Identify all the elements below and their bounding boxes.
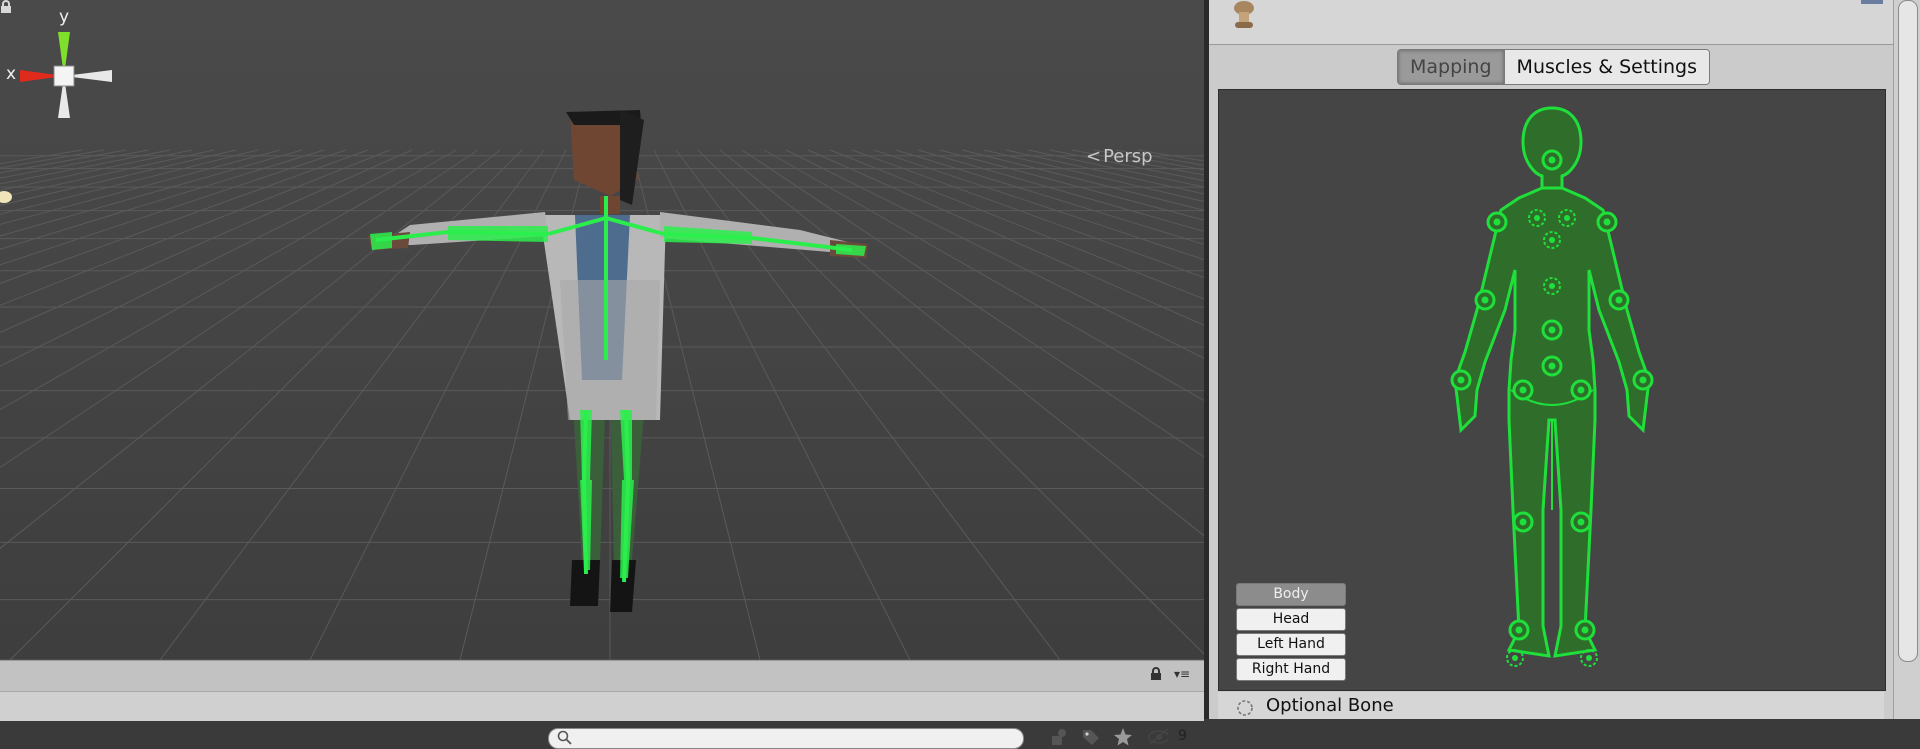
lock-icon[interactable] bbox=[1150, 667, 1162, 681]
search-row: 9 bbox=[0, 691, 1204, 749]
inspector-scrollbar[interactable] bbox=[1893, 0, 1920, 719]
body-silhouette bbox=[1453, 106, 1651, 658]
optional-bone-joint-dot bbox=[1564, 215, 1570, 221]
bone-joint-dot bbox=[1457, 376, 1465, 384]
bone-joint-dot bbox=[1639, 376, 1647, 384]
bone-joint-dot bbox=[1519, 518, 1527, 526]
bone-joint-dot bbox=[1581, 626, 1589, 634]
header-accent bbox=[1861, 0, 1883, 4]
legend-row: Optional Bone bbox=[1218, 692, 1884, 719]
gizmo-x-label: x bbox=[6, 64, 16, 84]
bone-joint-dot bbox=[1481, 296, 1489, 304]
bone-joint-dot bbox=[1615, 296, 1623, 304]
gizmo-y-label: y bbox=[59, 7, 69, 27]
body-part-body-button[interactable]: Body bbox=[1236, 583, 1346, 606]
projection-label: Persp bbox=[1103, 146, 1153, 167]
inspector-header bbox=[1209, 0, 1893, 45]
body-mapping-panel: Body Head Left Hand Right Hand bbox=[1218, 89, 1886, 691]
scrollbar-thumb[interactable] bbox=[1898, 0, 1918, 662]
filter-by-label-icon[interactable] bbox=[1080, 726, 1102, 748]
tab-mapping[interactable]: Mapping bbox=[1398, 50, 1504, 84]
bone-joint-dot bbox=[1519, 386, 1527, 394]
bone-joint-dot bbox=[1493, 218, 1501, 226]
chevron-left-icon: < bbox=[1086, 146, 1102, 167]
body-part-head-button[interactable]: Head bbox=[1236, 608, 1346, 631]
optional-bone-joint-dot bbox=[1512, 655, 1518, 661]
legend-label: Optional Bone bbox=[1266, 695, 1394, 716]
bone-joint-dot bbox=[1515, 626, 1523, 634]
body-part-right-hand-button[interactable]: Right Hand bbox=[1236, 658, 1346, 681]
filter-by-type-icon[interactable] bbox=[1048, 726, 1070, 748]
bone-joint-dot bbox=[1548, 156, 1556, 164]
bottom-toolbar: ▾≡ 9 bbox=[0, 660, 1204, 749]
favorites-star-icon[interactable] bbox=[1112, 726, 1134, 748]
orientation-gizmo[interactable]: y x bbox=[0, 0, 130, 130]
avatar-inspector: Mapping Muscles & Settings Body Head Lef… bbox=[1209, 0, 1893, 719]
bone-joint-dot bbox=[1548, 362, 1556, 370]
bone-joint-dot bbox=[1548, 326, 1556, 334]
visibility-toggle-icon[interactable] bbox=[1146, 726, 1168, 748]
search-icon bbox=[557, 730, 572, 745]
avatar-tabs: Mapping Muscles & Settings bbox=[1397, 49, 1711, 85]
projection-toggle[interactable]: < Persp bbox=[1086, 146, 1153, 167]
hidden-count: 9 bbox=[1178, 728, 1187, 744]
optional-bone-joint-dot bbox=[1549, 237, 1555, 243]
body-part-left-hand-button[interactable]: Left Hand bbox=[1236, 633, 1346, 656]
panel-menu-icon[interactable]: ▾≡ bbox=[1174, 667, 1190, 681]
optional-bone-joint-dot bbox=[1534, 215, 1540, 221]
bone-joint-dot bbox=[1603, 218, 1611, 226]
optional-bone-joint-dot bbox=[1586, 655, 1592, 661]
scene-viewport-graphics bbox=[0, 0, 1204, 660]
optional-bone-icon bbox=[1237, 700, 1253, 716]
scene-view[interactable]: y x < Persp bbox=[0, 0, 1204, 660]
lock-icon[interactable] bbox=[0, 0, 12, 14]
bone-joint-dot bbox=[1577, 386, 1585, 394]
search-field[interactable] bbox=[548, 728, 1024, 749]
tab-muscles-settings[interactable]: Muscles & Settings bbox=[1503, 50, 1710, 84]
gizmo-center-cube[interactable] bbox=[53, 65, 75, 87]
bone-joint-dot bbox=[1577, 518, 1585, 526]
avatar-icon bbox=[1234, 1, 1254, 28]
optional-bone-joint-dot bbox=[1549, 283, 1555, 289]
search-input[interactable] bbox=[577, 729, 1011, 748]
